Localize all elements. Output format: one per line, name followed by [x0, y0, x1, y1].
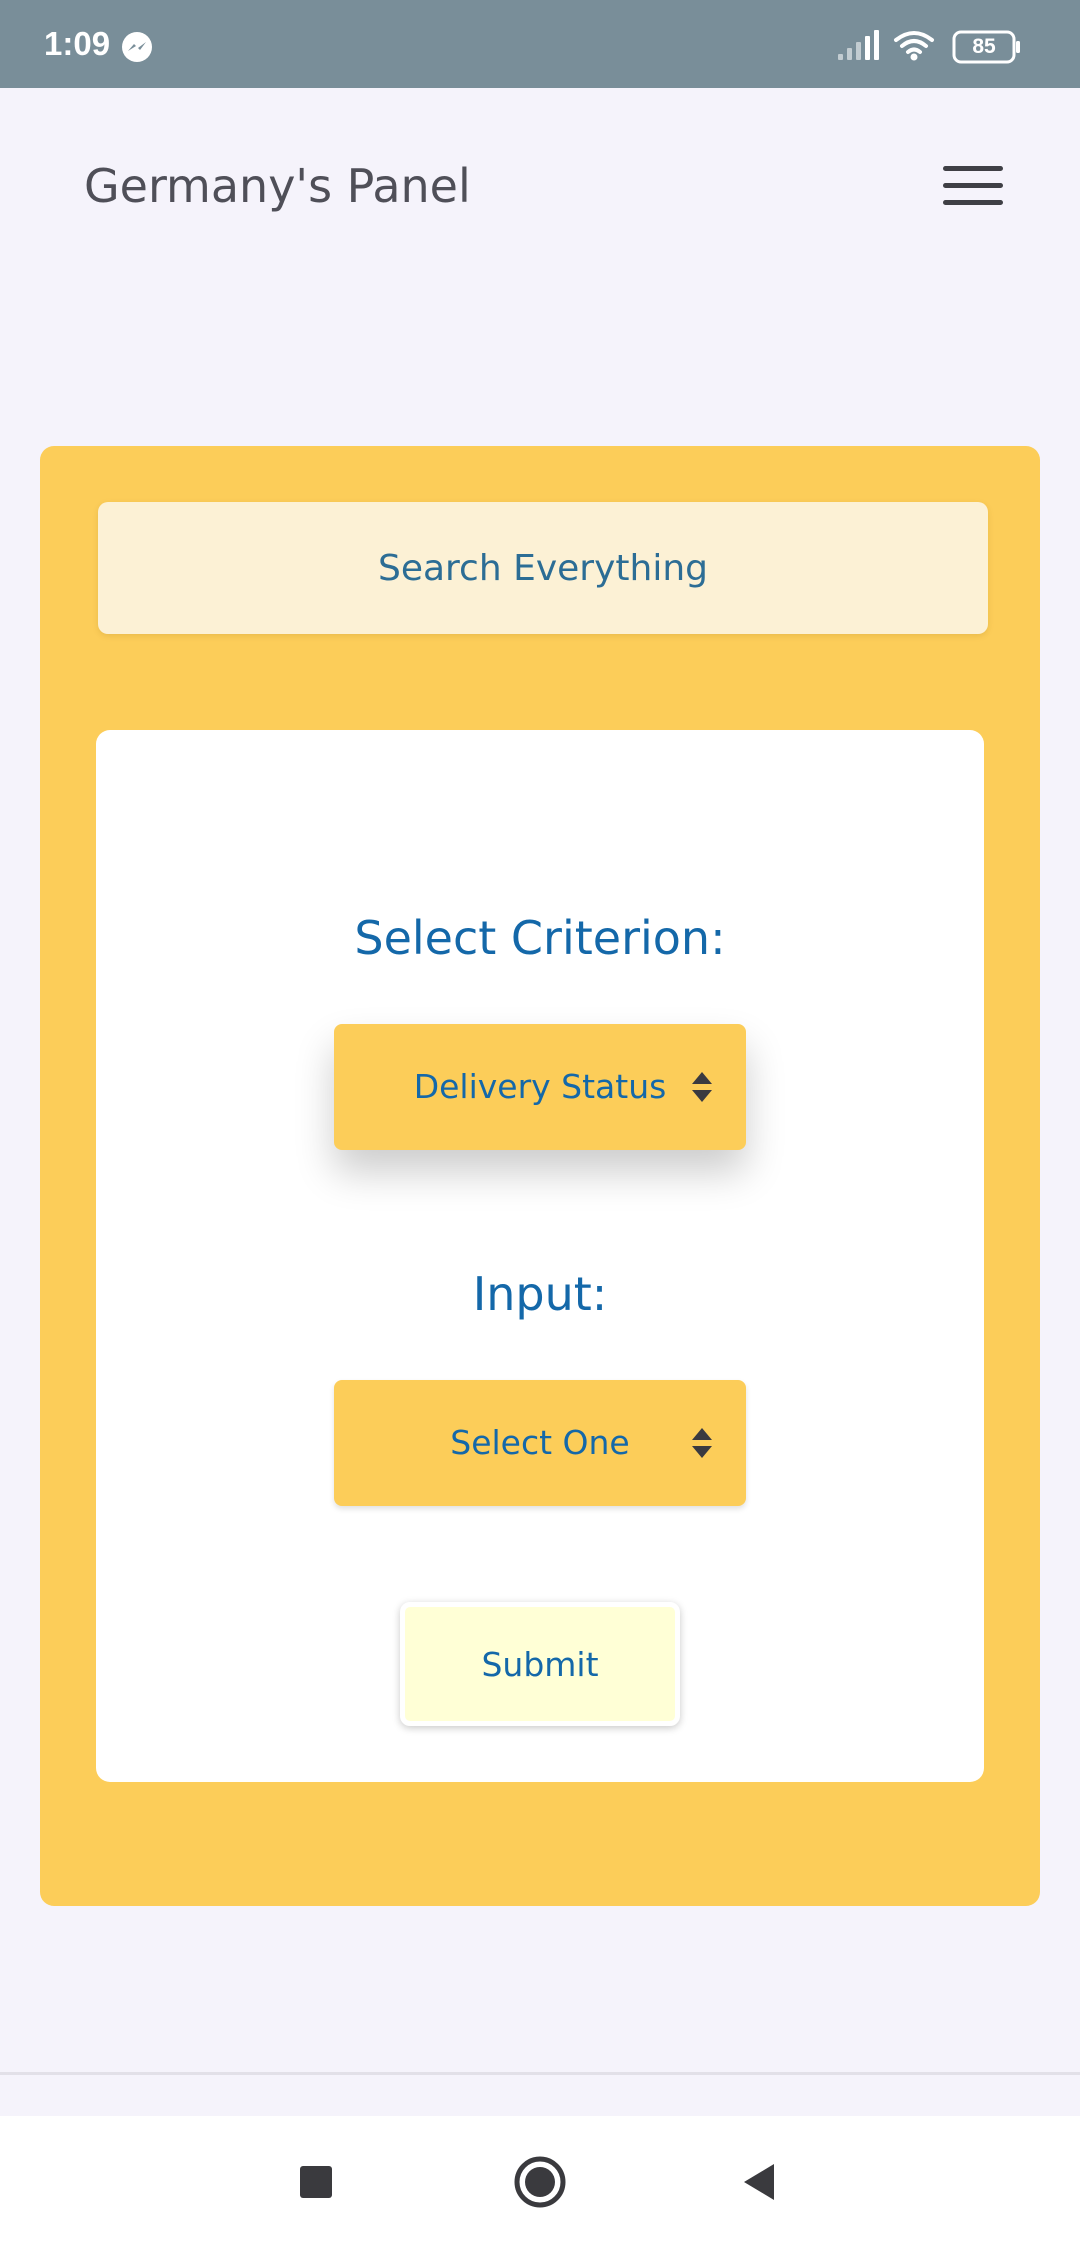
battery-level: 85: [972, 35, 996, 58]
input-label: Input:: [472, 1267, 608, 1321]
criterion-select-value: Delivery Status: [413, 1067, 667, 1106]
messenger-icon: [122, 32, 152, 62]
input-select[interactable]: Select One: [334, 1380, 746, 1506]
status-time: 1:09: [44, 25, 111, 62]
square-recents-icon[interactable]: [286, 2152, 346, 2212]
hamburger-menu-icon-bar-middle: [943, 183, 1003, 188]
divider: [0, 2072, 1080, 2075]
hamburger-menu-icon-bar-top: [943, 166, 1003, 171]
sort-arrows-icon: [692, 1072, 712, 1102]
sort-arrows-icon: [692, 1428, 712, 1458]
input-select-value: Select One: [450, 1423, 630, 1462]
status-bar: 1:09 85: [0, 0, 1080, 88]
triangle-back-icon[interactable]: [730, 2152, 790, 2212]
wifi-icon: [894, 31, 934, 61]
signal-icon: [838, 30, 879, 60]
circle-home-icon[interactable]: [510, 2152, 570, 2212]
hamburger-menu-button[interactable]: [940, 158, 1006, 214]
hamburger-menu-icon-bar-bottom: [943, 200, 1003, 205]
page-title: Germany's Panel: [84, 159, 471, 213]
search-input[interactable]: [98, 502, 988, 634]
criterion-select[interactable]: Delivery Status: [334, 1024, 746, 1150]
criterion-label: Select Criterion:: [354, 911, 726, 965]
submit-button[interactable]: Submit: [400, 1602, 680, 1726]
